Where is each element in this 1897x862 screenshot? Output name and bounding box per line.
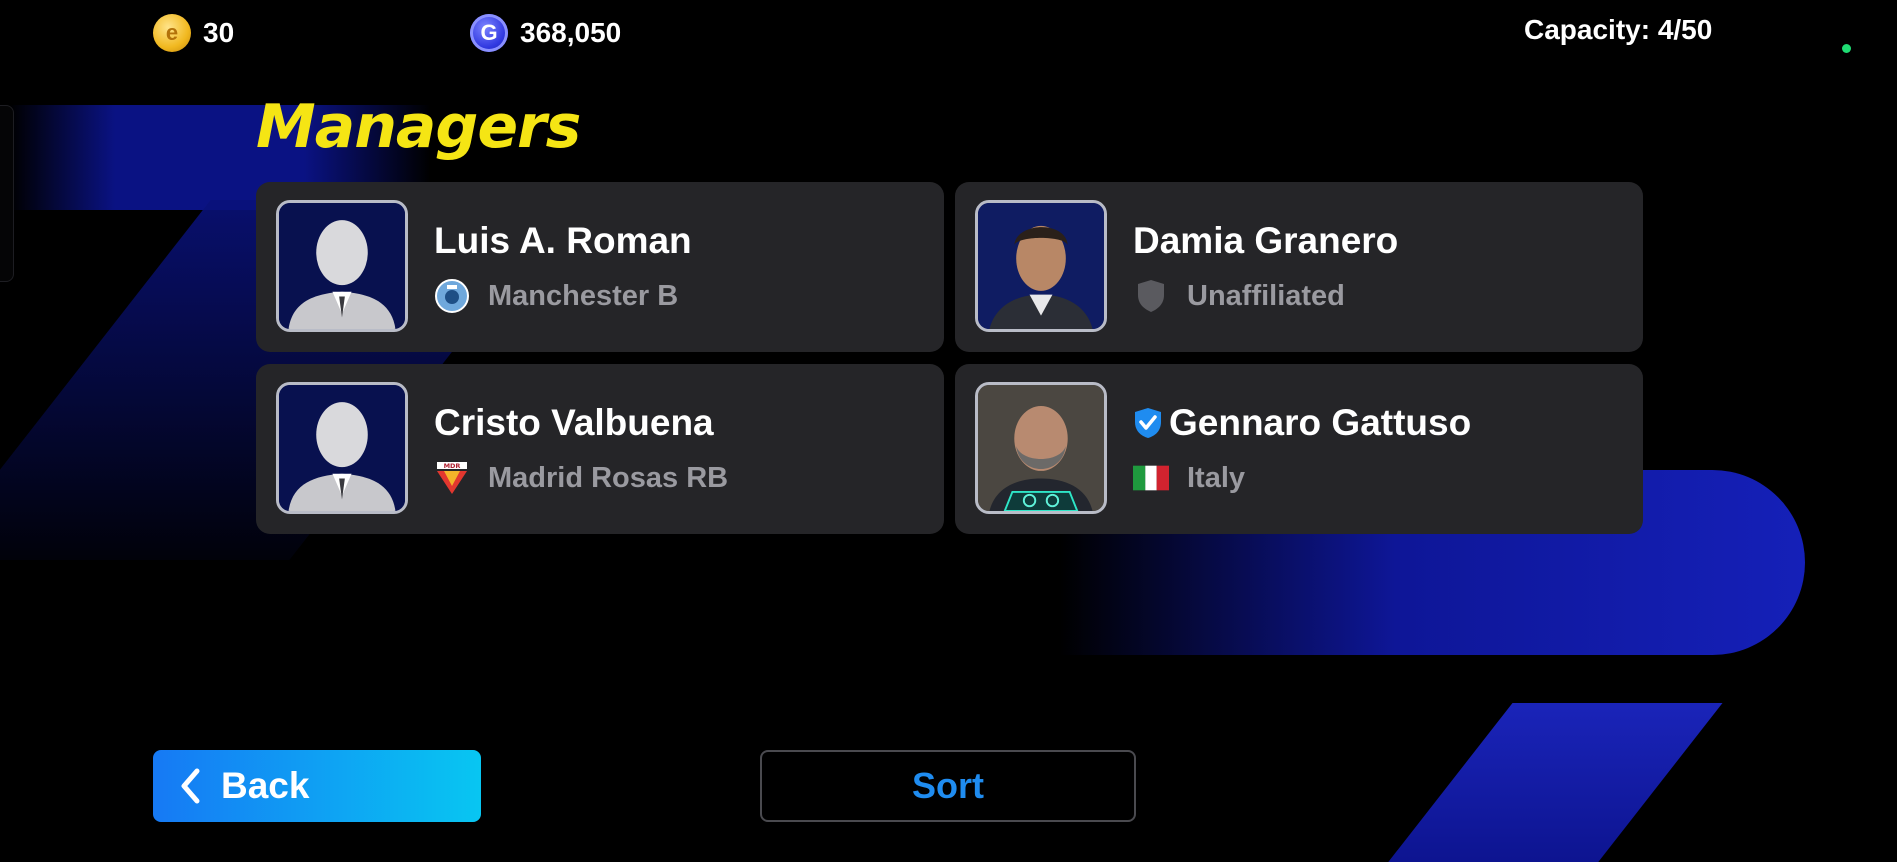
club-name: Italy [1187, 461, 1246, 494]
manager-card[interactable]: Cristo Valbuena MDR Madrid Rosas RB [256, 364, 944, 534]
capacity-text: Capacity: 4/50 [1524, 14, 1713, 45]
club-row: MDR Madrid Rosas RB [434, 460, 728, 496]
coins-value: 30 [203, 17, 235, 48]
shield-icon [1133, 278, 1169, 314]
back-button[interactable]: Back [153, 750, 481, 822]
club-row: Italy [1133, 460, 1245, 496]
bg-stripe [1387, 703, 1723, 862]
svg-text:MDR: MDR [444, 462, 461, 470]
chevron-left-icon [181, 768, 200, 804]
manager-portrait [276, 200, 408, 332]
club-row: Manchester B [434, 278, 678, 314]
sort-label: Sort [912, 765, 984, 806]
side-panel-tab[interactable] [0, 105, 14, 282]
status-dot [1842, 44, 1851, 53]
mdr-crest-icon: MDR [434, 460, 470, 496]
manager-photo-icon [978, 203, 1104, 329]
silhouette-icon [279, 203, 405, 329]
club-name: Madrid Rosas RB [488, 461, 729, 494]
manager-photo-icon [978, 385, 1104, 511]
manchester-b-crest-icon [434, 278, 470, 314]
italy-flag-icon [1133, 460, 1169, 496]
manager-portrait [276, 382, 408, 514]
silhouette-icon [279, 385, 405, 511]
page-title: Managers [256, 92, 581, 162]
manager-name: Gennaro Gattuso [1133, 402, 1471, 444]
manager-name: Damia Granero [1133, 220, 1399, 261]
manager-card[interactable]: Luis A. Roman Manchester B [256, 182, 944, 352]
gp-value: 368,050 [520, 17, 622, 48]
coins-display[interactable]: e 30 [153, 14, 234, 52]
sort-button[interactable]: Sort [760, 750, 1136, 822]
club-name: Manchester B [488, 279, 679, 312]
club-name: Unaffiliated [1187, 279, 1345, 312]
verified-badge-icon [1135, 408, 1161, 438]
manager-card[interactable]: Damia Granero Unaffiliated [955, 182, 1643, 352]
manager-portrait [975, 200, 1107, 332]
club-row: Unaffiliated [1133, 278, 1345, 314]
manager-card[interactable]: Gennaro Gattuso Italy [955, 364, 1643, 534]
gp-display[interactable]: G 368,050 [470, 14, 621, 52]
capacity-label: Capacity: 4/50 [1524, 14, 1712, 46]
gp-coin-icon: G [470, 14, 508, 52]
manager-portrait [975, 382, 1107, 514]
back-label: Back [221, 765, 310, 806]
manager-name: Cristo Valbuena [434, 402, 714, 443]
manager-name: Luis A. Roman [434, 220, 692, 261]
e-coin-icon: e [153, 14, 191, 52]
